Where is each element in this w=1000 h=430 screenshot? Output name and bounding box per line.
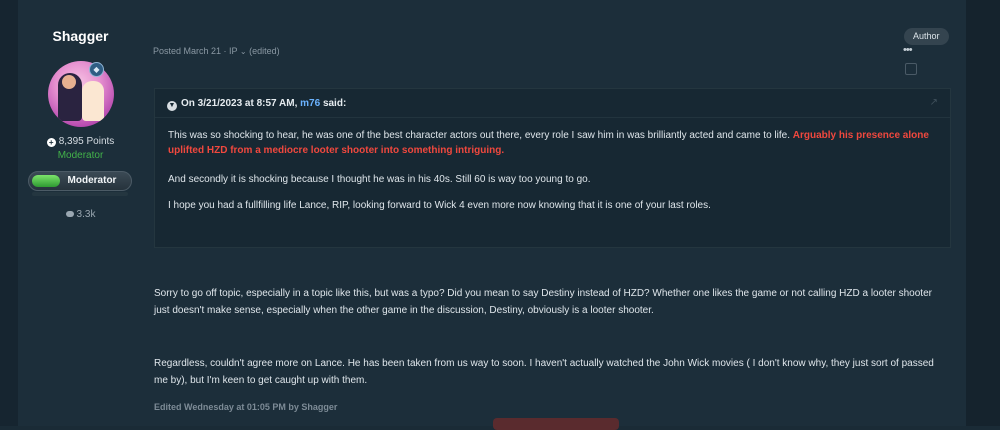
moderator-badge: Moderator <box>28 171 132 191</box>
plus-icon: + <box>46 138 56 147</box>
edited-note: Edited Wednesday at 01:05 PM by Shagger <box>154 402 338 412</box>
message-count-value: 3.3k <box>76 209 96 220</box>
quote-date: On 3/21/2023 at 8:57 AM, <box>181 98 298 109</box>
badge-shadow <box>32 192 128 196</box>
avatar-figure <box>82 81 104 121</box>
quote-divider <box>155 117 950 118</box>
quoted-user-link[interactable]: m76 <box>300 98 320 109</box>
quote-block: ▼ On 3/21/2023 at 8:57 AM, m76 said: ↗ Th… <box>154 88 951 248</box>
author-points: +8,395 Points <box>18 136 143 147</box>
avatar-figure <box>62 75 76 89</box>
speech-bubble-icon <box>65 211 74 217</box>
reaction-bar[interactable] <box>493 418 619 430</box>
page-left-edge <box>0 0 18 426</box>
quote-paragraph: And secondly it is shocking because I th… <box>168 174 591 185</box>
go-to-quote-icon[interactable]: ↗ <box>930 97 938 108</box>
avatar[interactable] <box>48 61 114 127</box>
author-name-link[interactable]: Shagger <box>18 28 143 44</box>
collapse-quote-icon[interactable]: ▼ <box>167 101 177 111</box>
more-options-icon[interactable]: ••• <box>903 44 913 56</box>
post-paragraph: Sorry to go off topic, especially in a t… <box>154 288 932 316</box>
edited-flag[interactable]: (edited) <box>249 46 280 56</box>
chevron-down-icon[interactable]: ⌄ <box>240 47 247 56</box>
page-right-edge <box>966 0 1000 426</box>
multiquote-checkbox[interactable] <box>905 63 917 75</box>
quote-paragraph: I hope you had a fullfilling life Lance,… <box>168 200 711 211</box>
moderator-badge-label: Moderator <box>67 175 117 186</box>
post-meta: Posted March 21 · IP ⌄ (edited) <box>153 46 280 56</box>
quote-citation: ▼ On 3/21/2023 at 8:57 AM, m76 said: <box>167 98 346 111</box>
rank-badge-icon[interactable]: ◆ <box>89 62 104 77</box>
post-paragraph: Regardless, couldn't agree more on Lance… <box>154 358 934 386</box>
author-role: Moderator <box>57 150 104 161</box>
quote-paragraph: This was so shocking to hear, he was one… <box>168 128 938 158</box>
post-date[interactable]: Posted March 21 · IP <box>153 46 237 56</box>
message-count[interactable]: 3.3k <box>18 209 143 220</box>
quote-said: said: <box>322 98 347 109</box>
points-label: 8,395 Points <box>58 136 115 147</box>
author-tag-badge: Author <box>904 28 949 45</box>
quote-text: This was so shocking to hear, he was one… <box>168 130 790 141</box>
forum-post: Shagger ◆ +8,395 Points Moderator Modera… <box>18 0 966 430</box>
